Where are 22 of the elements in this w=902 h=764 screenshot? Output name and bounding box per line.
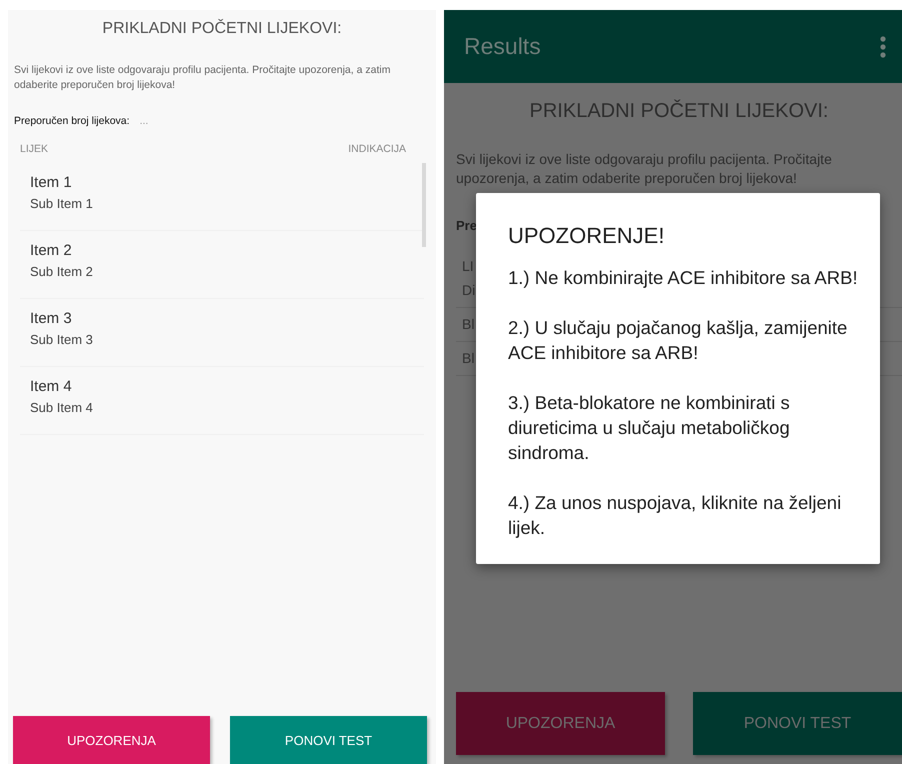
- page-title: PRIKLADNI POČETNI LIJEKOVI:: [101, 20, 343, 38]
- dialog-title: UPOZORENJE!: [508, 223, 666, 249]
- scrollbar[interactable]: [422, 163, 426, 247]
- list-item[interactable]: Item 4 Sub Item 4: [20, 367, 424, 435]
- warning-text: 4.) Za unos nuspojava, kliknite na željeni lijek.: [508, 491, 842, 540]
- action-button[interactable]: PONOVI TEST: [230, 716, 427, 764]
- warning-text: 3.) Beta-blokatore ne kombinirati s diureticima u slučaju metaboličkog sindroma.: [508, 391, 791, 465]
- column-header: LI: [462, 258, 475, 274]
- column-header: LIJEK: [20, 143, 48, 155]
- recommended-count-label: Preporučen broj lijekova:: [14, 115, 130, 127]
- warning-text: 1.) Ne kombinirajte ACE inhibitore sa ARB!: [508, 266, 859, 290]
- action-button[interactable]: UPOZORENJA: [13, 716, 210, 764]
- recommended-count-value: ...: [140, 115, 148, 127]
- intro-text: Svi lijekovi iz ove liste odgovaraju profilu pacijenta. Pročitajte upozorenja, a zatim odaberite preporučen broj lijekova!: [456, 150, 833, 188]
- recommended-count-label: Pre: [456, 218, 478, 233]
- more-options-icon[interactable]: [880, 36, 886, 58]
- intro-text: Svi lijekovi iz ove liste odgovaraju profilu pacijenta. Pročitajte upozorenja, a zatim odaberite preporučen broj lijekova!: [14, 63, 392, 93]
- page-title: PRIKLADNI POČETNI LIJEKOVI:: [528, 100, 830, 123]
- list-item[interactable]: Item 3 Sub Item 3: [20, 299, 424, 367]
- column-header: INDIKACIJA: [348, 143, 406, 155]
- app-bar-title: Results: [464, 33, 541, 60]
- warning-text: 2.) U slučaju pojačanog kašlja, zamijenite ACE inhibitore sa ARB!: [508, 316, 848, 365]
